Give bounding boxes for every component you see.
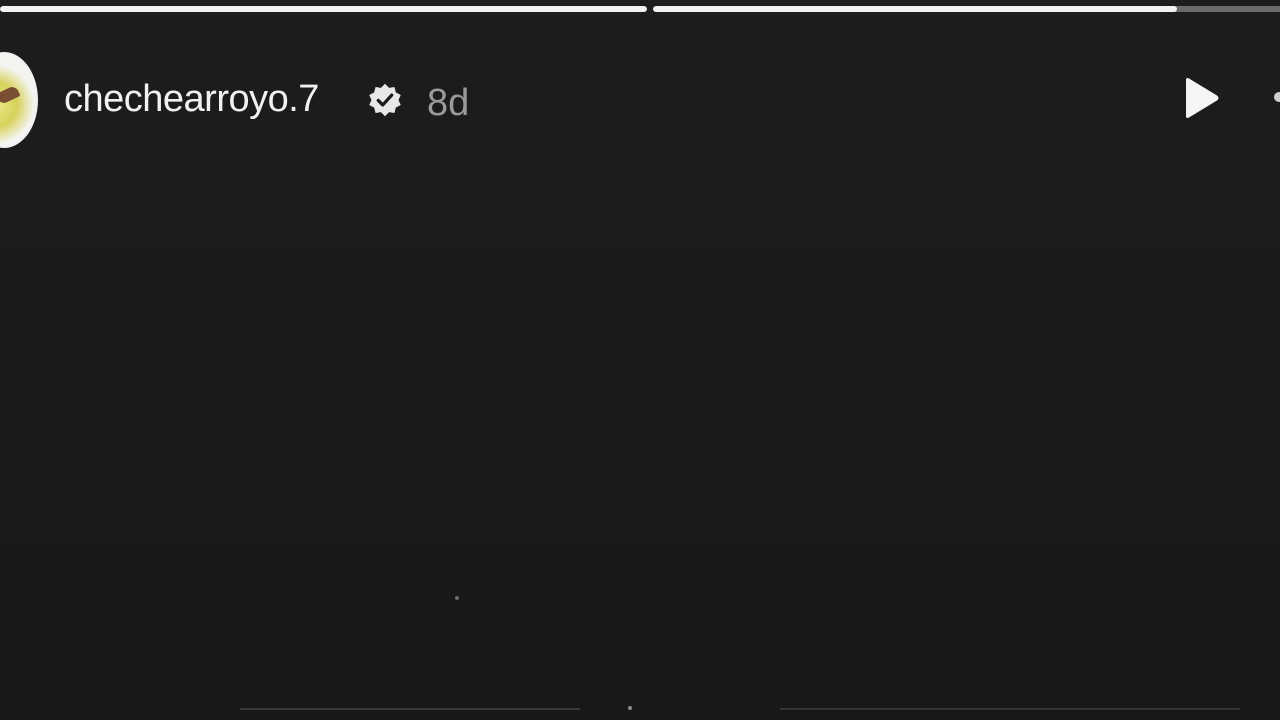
content-bottom-edge	[240, 708, 580, 710]
more-options-icon[interactable]	[1274, 92, 1280, 102]
progress-fill-1	[0, 6, 647, 12]
progress-segment-1	[0, 6, 647, 12]
avatar[interactable]	[0, 52, 38, 148]
progress-fill-2	[653, 6, 1178, 12]
content-speck	[455, 596, 459, 600]
verified-badge-icon	[369, 83, 401, 117]
story-header: chechearroyo.7 8d	[0, 52, 1280, 148]
story-viewer[interactable]: chechearroyo.7 8d	[0, 0, 1280, 720]
avatar-image-detail	[0, 84, 21, 106]
story-time-ago: 8d	[427, 82, 470, 124]
username-link[interactable]: chechearroyo.7	[64, 78, 319, 121]
progress-segment-2	[653, 6, 1280, 12]
play-icon[interactable]	[1176, 74, 1224, 122]
content-speck	[628, 706, 632, 710]
story-progress-bar	[0, 6, 1280, 12]
content-bottom-edge	[780, 708, 1240, 710]
